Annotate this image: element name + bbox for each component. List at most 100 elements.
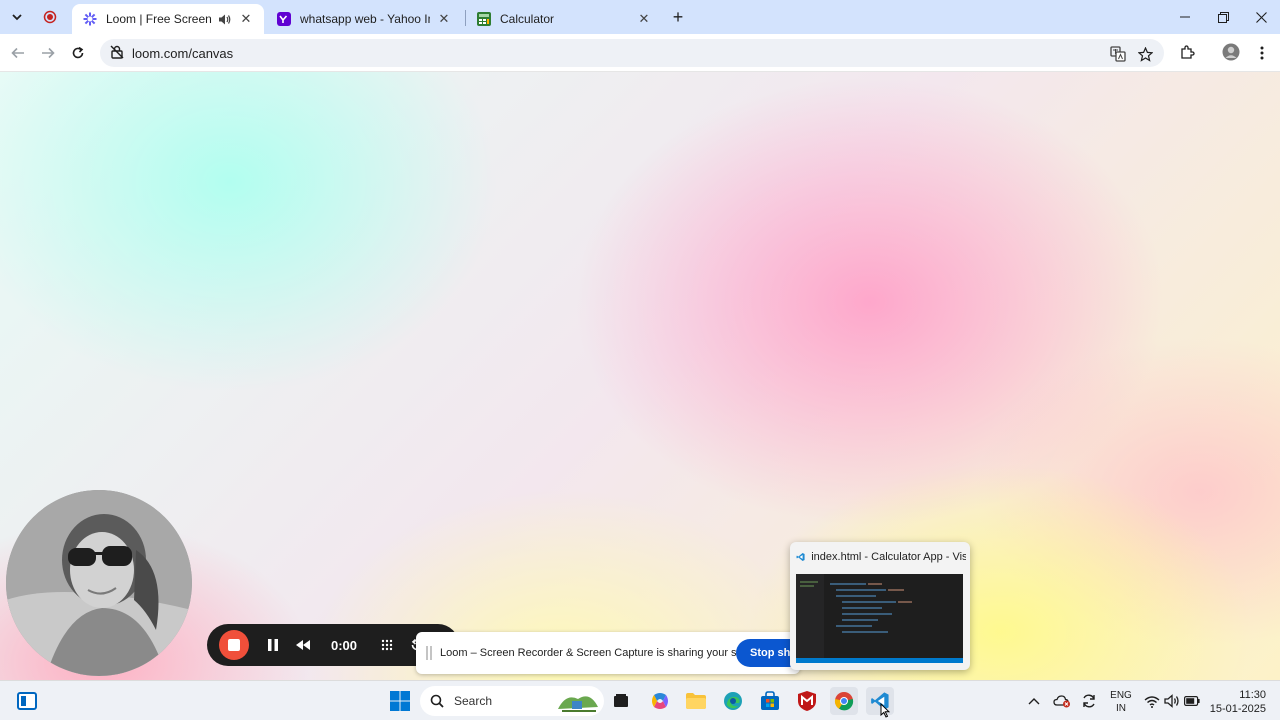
reload-button[interactable] bbox=[66, 41, 90, 65]
sync-button[interactable] bbox=[1077, 687, 1101, 715]
folder-icon bbox=[686, 693, 706, 709]
widgets-icon bbox=[17, 692, 37, 710]
mcafee-shield-icon bbox=[798, 691, 816, 711]
widgets-button[interactable] bbox=[13, 687, 41, 715]
close-icon[interactable]: ✕ bbox=[238, 11, 254, 27]
onedrive-status-button[interactable] bbox=[1050, 687, 1074, 715]
translate-button[interactable] bbox=[1109, 45, 1127, 63]
minimize-icon bbox=[1180, 16, 1190, 18]
preview-thumbnail bbox=[796, 574, 963, 663]
vscode-icon bbox=[796, 553, 805, 561]
start-button[interactable] bbox=[386, 687, 414, 715]
search-highlight-icon bbox=[558, 696, 598, 712]
url-text: loom.com/canvas bbox=[132, 45, 234, 61]
show-hidden-icons-button[interactable] bbox=[1022, 687, 1046, 715]
taskbar-window-preview[interactable]: index.html - Calculator App - Visual Stu… bbox=[790, 542, 970, 670]
pause-button[interactable] bbox=[261, 633, 285, 657]
webcam-bubble[interactable] bbox=[6, 490, 192, 676]
loom-canvas: 0:00 Loom – Screen Recorder & Screen Cap… bbox=[0, 72, 1280, 680]
record-dot-icon bbox=[43, 10, 57, 24]
search-label: Search bbox=[454, 694, 493, 708]
clock-time: 11:30 bbox=[1239, 689, 1266, 701]
wifi-button[interactable] bbox=[1142, 687, 1162, 715]
minimize-button[interactable] bbox=[1166, 0, 1204, 34]
language-code: ENG bbox=[1110, 690, 1132, 701]
site-info-icon[interactable] bbox=[110, 45, 124, 62]
tab-title: Calculator bbox=[500, 12, 555, 26]
edge-icon bbox=[724, 692, 742, 710]
recording-timer: 0:00 bbox=[331, 637, 358, 653]
region-code: IN bbox=[1116, 703, 1126, 714]
drag-handle-icon[interactable] bbox=[426, 646, 432, 660]
clock[interactable]: 11:30 15-01-2025 bbox=[1206, 688, 1272, 716]
rewind-icon bbox=[296, 640, 310, 650]
new-tab-button[interactable]: + bbox=[666, 5, 690, 29]
tab-loom[interactable]: Loom | Free Screen & Video Recording ✕ bbox=[72, 4, 264, 34]
wifi-icon bbox=[1144, 695, 1160, 708]
cloud-error-icon bbox=[1053, 695, 1070, 708]
volume-button[interactable] bbox=[1162, 687, 1182, 715]
loom-icon bbox=[82, 11, 98, 27]
search-icon bbox=[430, 694, 444, 708]
tab-search-button[interactable] bbox=[5, 5, 29, 29]
pause-icon bbox=[268, 639, 278, 651]
back-button[interactable] bbox=[6, 41, 30, 65]
tab-yahoo[interactable]: whatsapp web - Yahoo India Search Result… bbox=[266, 4, 462, 34]
tab-title: Loom | Free Screen & Video Recording bbox=[106, 12, 212, 26]
forward-button[interactable] bbox=[36, 41, 60, 65]
file-explorer-button[interactable] bbox=[682, 687, 710, 715]
menu-button[interactable] bbox=[1253, 44, 1271, 62]
copilot-button[interactable] bbox=[646, 687, 674, 715]
plus-icon: + bbox=[672, 6, 684, 27]
restore-button[interactable] bbox=[1204, 0, 1242, 34]
edge-button[interactable] bbox=[719, 687, 747, 715]
chevron-down-icon bbox=[12, 14, 22, 21]
taskbar-search[interactable]: Search bbox=[420, 686, 604, 716]
tab-strip: Loom | Free Screen & Video Recording ✕ w… bbox=[0, 0, 1280, 34]
sync-icon bbox=[1083, 694, 1095, 708]
yahoo-icon bbox=[276, 11, 292, 27]
speaker-icon bbox=[1164, 694, 1179, 708]
extensions-button[interactable] bbox=[1178, 44, 1196, 62]
windows-taskbar: Search ENG IN 11:30 15-01-2025 bbox=[0, 680, 1280, 720]
tab-calculator[interactable]: Calculator ✕ bbox=[466, 4, 662, 34]
chrome-button[interactable] bbox=[830, 687, 858, 715]
battery-icon bbox=[1184, 696, 1200, 706]
browser-toolbar: loom.com/canvas bbox=[0, 34, 1280, 72]
translate-icon bbox=[1110, 46, 1126, 62]
store-button[interactable] bbox=[756, 687, 784, 715]
sharing-message: Loom – Screen Recorder & Screen Capture … bbox=[440, 647, 768, 659]
language-indicator[interactable]: ENG IN bbox=[1106, 689, 1136, 715]
preview-header: index.html - Calculator App - Visual Stu… bbox=[796, 550, 966, 564]
mouse-cursor-icon bbox=[880, 703, 890, 718]
webcam-person-image bbox=[6, 490, 192, 676]
recording-indicator[interactable] bbox=[38, 5, 62, 29]
rewind-button[interactable] bbox=[291, 633, 315, 657]
chevron-up-icon bbox=[1028, 698, 1040, 705]
more-vertical-icon bbox=[1260, 46, 1264, 60]
restore-icon bbox=[1217, 11, 1229, 23]
stop-recording-button[interactable] bbox=[219, 630, 249, 660]
battery-button[interactable] bbox=[1182, 687, 1202, 715]
chrome-icon bbox=[834, 692, 854, 711]
close-icon[interactable]: ✕ bbox=[636, 11, 652, 27]
bookmark-button[interactable] bbox=[1136, 45, 1154, 63]
task-view-icon bbox=[614, 694, 628, 707]
reload-icon bbox=[72, 46, 84, 59]
close-icon[interactable]: ✕ bbox=[436, 11, 452, 27]
copilot-icon bbox=[652, 693, 668, 709]
arrow-right-icon bbox=[42, 47, 55, 59]
star-icon bbox=[1137, 46, 1153, 62]
store-icon bbox=[761, 691, 779, 710]
stop-icon bbox=[228, 639, 240, 651]
profile-button[interactable] bbox=[1222, 43, 1240, 61]
address-bar[interactable]: loom.com/canvas bbox=[100, 39, 1164, 67]
mcafee-button[interactable] bbox=[793, 687, 821, 715]
windows-logo-icon bbox=[390, 691, 410, 711]
preview-title: index.html - Calculator App - Visual Stu… bbox=[811, 551, 966, 563]
close-window-button[interactable] bbox=[1242, 0, 1280, 34]
drawing-tools-button[interactable] bbox=[375, 633, 399, 657]
speaker-icon[interactable] bbox=[216, 13, 232, 26]
task-view-button[interactable] bbox=[607, 687, 635, 715]
puzzle-icon bbox=[1181, 45, 1195, 59]
